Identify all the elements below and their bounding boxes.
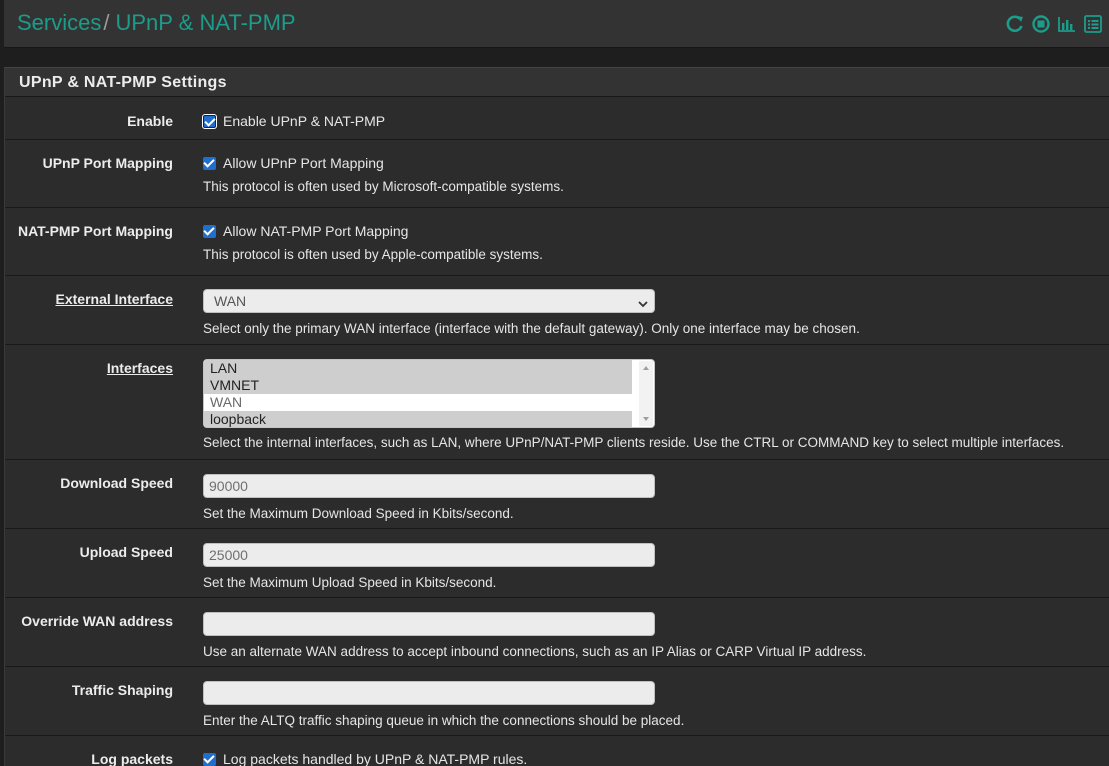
interfaces-option-lan[interactable]: LAN bbox=[204, 360, 632, 377]
stop-service-icon[interactable] bbox=[1031, 14, 1051, 34]
scroll-down-icon[interactable] bbox=[643, 417, 649, 421]
upnp-port-mapping-label: UPnP Port Mapping bbox=[42, 155, 173, 171]
natpmp-port-mapping-row: NAT-PMP Port Mapping Allow NAT-PMP Port … bbox=[5, 208, 1109, 276]
log-packets-checkbox-text: Log packets handled by UPnP & NAT-PMP ru… bbox=[223, 751, 528, 766]
external-interface-value: WAN bbox=[214, 293, 247, 309]
interfaces-field: LAN VMNET WAN loopback Select the intern… bbox=[203, 359, 1064, 450]
natpmp-port-mapping-label: NAT-PMP Port Mapping bbox=[17, 223, 173, 239]
enable-field: Enable UPnP & NAT-PMP bbox=[202, 113, 386, 129]
download-speed-label: Download Speed bbox=[60, 475, 173, 491]
download-speed-row: Download Speed 90000 Set the Maximum Dow… bbox=[5, 460, 1109, 529]
enable-checkbox-text: Enable UPnP & NAT-PMP bbox=[223, 113, 386, 129]
override-wan-label: Override WAN address bbox=[21, 613, 173, 629]
natpmp-port-mapping-help: This protocol is often used by Apple-com… bbox=[203, 247, 543, 262]
log-packets-label: Log packets bbox=[91, 751, 173, 766]
external-interface-field: WAN Select only the primary WAN interfac… bbox=[203, 289, 860, 336]
upload-speed-help: Set the Maximum Upload Speed in Kbits/se… bbox=[203, 575, 497, 590]
traffic-shaping-help: Enter the ALTQ traffic shaping queue in … bbox=[203, 713, 685, 728]
external-interface-select[interactable]: WAN bbox=[203, 289, 655, 313]
override-wan-help: Use an alternate WAN address to accept i… bbox=[203, 644, 867, 659]
upnp-checkbox-line: Allow UPnP Port Mapping bbox=[203, 155, 564, 171]
interfaces-label[interactable]: Interfaces bbox=[107, 360, 173, 376]
log-packets-checkbox-line: Log packets handled by UPnP & NAT-PMP ru… bbox=[203, 751, 527, 766]
interfaces-option-vmnet[interactable]: VMNET bbox=[204, 377, 632, 394]
natpmp-port-mapping-checkbox[interactable] bbox=[203, 224, 216, 238]
override-wan-field: Use an alternate WAN address to accept i… bbox=[203, 612, 866, 659]
traffic-shaping-row: Traffic Shaping Enter the ALTQ traffic s… bbox=[5, 667, 1109, 736]
natpmp-port-mapping-field: Allow NAT-PMP Port Mapping This protocol… bbox=[203, 223, 543, 262]
natpmp-port-mapping-checkbox-text: Allow NAT-PMP Port Mapping bbox=[223, 223, 409, 239]
external-interface-row: External Interface WAN Select only the p… bbox=[5, 276, 1109, 345]
enable-row: Enable Enable UPnP & NAT-PMP bbox=[5, 97, 1109, 140]
upnp-port-mapping-checkbox[interactable] bbox=[203, 156, 216, 170]
restart-service-icon[interactable] bbox=[1005, 14, 1025, 34]
upload-speed-row: Upload Speed 25000 Set the Maximum Uploa… bbox=[5, 529, 1109, 598]
breadcrumb-current-link[interactable]: UPnP & NAT-PMP bbox=[115, 10, 295, 35]
upload-speed-label: Upload Speed bbox=[79, 544, 173, 560]
external-interface-label[interactable]: External Interface bbox=[56, 291, 174, 307]
breadcrumb-services-link[interactable]: Services bbox=[17, 10, 101, 35]
traffic-shaping-field: Enter the ALTQ traffic shaping queue in … bbox=[203, 681, 684, 728]
interfaces-help: Select the internal interfaces, such as … bbox=[203, 435, 1065, 450]
interfaces-multiselect[interactable]: LAN VMNET WAN loopback bbox=[203, 359, 655, 428]
breadcrumb-separator: / bbox=[103, 10, 110, 35]
upnp-port-mapping-field: Allow UPnP Port Mapping This protocol is… bbox=[203, 155, 564, 194]
upnp-port-mapping-row: UPnP Port Mapping Allow UPnP Port Mappin… bbox=[5, 140, 1109, 208]
download-speed-field: 90000 Set the Maximum Download Speed in … bbox=[203, 474, 655, 521]
scroll-up-icon[interactable] bbox=[643, 366, 649, 370]
external-interface-help: Select only the primary WAN interface (i… bbox=[203, 321, 860, 336]
upload-speed-input[interactable]: 25000 bbox=[203, 543, 655, 567]
interfaces-option-loopback[interactable]: loopback bbox=[204, 411, 632, 427]
traffic-shaping-input[interactable] bbox=[203, 681, 655, 705]
log-packets-checkbox[interactable] bbox=[203, 752, 216, 766]
traffic-shaping-label: Traffic Shaping bbox=[71, 682, 173, 698]
log-packets-row: Log packets Log packets handled by UPnP … bbox=[5, 736, 1109, 766]
settings-panel: UPnP & NAT-PMP Settings Enable Enable UP… bbox=[4, 67, 1109, 766]
override-wan-input[interactable] bbox=[203, 612, 655, 636]
upload-speed-field: 25000 Set the Maximum Upload Speed in Kb… bbox=[203, 543, 655, 590]
interfaces-scrollbar[interactable] bbox=[639, 361, 653, 426]
download-speed-help: Set the Maximum Download Speed in Kbits/… bbox=[203, 506, 514, 521]
chevron-down-icon bbox=[638, 296, 648, 308]
page-header: Services/UPnP & NAT-PMP bbox=[4, 0, 1109, 48]
override-wan-row: Override WAN address Use an alternate WA… bbox=[5, 598, 1109, 667]
natpmp-checkbox-line: Allow NAT-PMP Port Mapping bbox=[203, 223, 543, 239]
interfaces-option-wan[interactable]: WAN bbox=[204, 394, 632, 411]
enable-checkbox[interactable] bbox=[202, 113, 217, 129]
log-packets-field: Log packets handled by UPnP & NAT-PMP ru… bbox=[203, 751, 527, 766]
download-speed-input[interactable]: 90000 bbox=[203, 474, 655, 498]
enable-checkbox-line: Enable UPnP & NAT-PMP bbox=[202, 113, 386, 129]
upnp-port-mapping-checkbox-text: Allow UPnP Port Mapping bbox=[223, 155, 384, 171]
panel-title: UPnP & NAT-PMP Settings bbox=[5, 67, 1109, 97]
upnp-port-mapping-help: This protocol is often used by Microsoft… bbox=[203, 179, 564, 194]
interfaces-row: Interfaces LAN VMNET WAN loopback Select… bbox=[5, 345, 1109, 460]
log-list-icon[interactable] bbox=[1083, 14, 1103, 34]
breadcrumb: Services/UPnP & NAT-PMP bbox=[17, 10, 296, 36]
enable-label: Enable bbox=[127, 113, 173, 129]
service-toolbar bbox=[1005, 14, 1103, 34]
status-graph-icon[interactable] bbox=[1057, 14, 1077, 34]
